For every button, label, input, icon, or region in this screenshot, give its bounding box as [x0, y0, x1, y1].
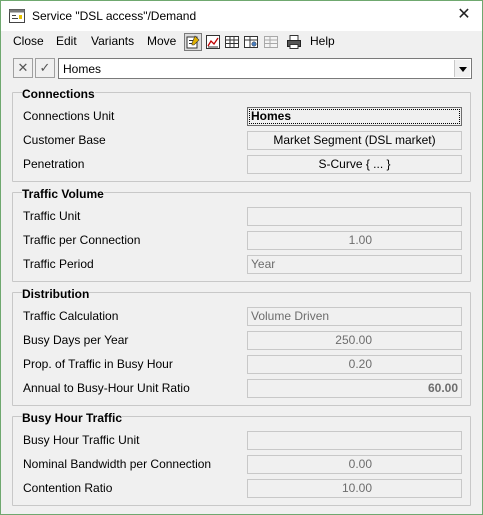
table-icon[interactable]: [223, 33, 241, 51]
customer-base-label: Customer Base: [23, 133, 106, 147]
menu-bar: Close Edit Variants Move Help: [1, 31, 482, 53]
busy-hour-ratio-field: 60.00: [247, 379, 462, 398]
traffic-unit-field[interactable]: [247, 207, 462, 226]
menu-edit[interactable]: Edit: [56, 34, 77, 48]
edit-bar: ✕ ✓ Homes: [1, 56, 482, 82]
traffic-per-connection-field[interactable]: 1.00: [247, 231, 462, 250]
cancel-edit-icon[interactable]: ✕: [13, 58, 33, 78]
prop-busy-hour-field[interactable]: 0.20: [247, 355, 462, 374]
traffic-period-field[interactable]: Year: [247, 255, 462, 274]
busy-days-field[interactable]: 250.00: [247, 331, 462, 350]
nominal-bandwidth-label: Nominal Bandwidth per Connection: [23, 457, 212, 471]
dialog-window: Service "DSL access"/Demand ✕ Close Edit…: [0, 0, 483, 515]
menu-close[interactable]: Close: [13, 34, 44, 48]
value-combo[interactable]: Homes: [58, 58, 472, 79]
menu-help[interactable]: Help: [310, 34, 335, 48]
prop-busy-hour-label: Prop. of Traffic in Busy Hour: [23, 357, 173, 371]
menu-move[interactable]: Move: [147, 34, 176, 48]
busy-days-label: Busy Days per Year: [23, 333, 129, 347]
app-icon: [9, 9, 25, 23]
connections-title: Connections: [22, 87, 95, 101]
connections-unit-label: Connections Unit: [23, 109, 115, 123]
print-icon[interactable]: [285, 33, 303, 51]
accept-edit-icon[interactable]: ✓: [35, 58, 55, 78]
title-bar: Service "DSL access"/Demand ✕: [1, 1, 482, 31]
tree-grid-icon[interactable]: [242, 33, 260, 51]
busy-hour-traffic-title: Busy Hour Traffic: [22, 411, 123, 425]
chart-icon[interactable]: [204, 33, 222, 51]
traffic-period-label: Traffic Period: [23, 257, 94, 271]
busy-hour-unit-label: Busy Hour Traffic Unit: [23, 433, 140, 447]
menu-variants[interactable]: Variants: [91, 34, 134, 48]
connections-unit-field[interactable]: Homes: [247, 107, 462, 126]
penetration-field[interactable]: S-Curve { ... }: [247, 155, 462, 174]
distribution-title: Distribution: [22, 287, 90, 301]
window-title: Service "DSL access"/Demand: [32, 9, 197, 23]
nominal-bandwidth-field[interactable]: 0.00: [247, 455, 462, 474]
traffic-per-connection-label: Traffic per Connection: [23, 233, 141, 247]
busy-hour-unit-field[interactable]: [247, 431, 462, 450]
traffic-unit-label: Traffic Unit: [23, 209, 81, 223]
customer-base-field[interactable]: Market Segment (DSL market): [247, 131, 462, 150]
traffic-calculation-label: Traffic Calculation: [23, 309, 119, 323]
penetration-label: Penetration: [23, 157, 85, 171]
edit-form-icon[interactable]: [184, 33, 202, 51]
traffic-calculation-field[interactable]: Volume Driven: [247, 307, 462, 326]
traffic-volume-title: Traffic Volume: [22, 187, 104, 201]
combo-value: Homes: [63, 62, 102, 76]
disabled-grid-icon: [262, 33, 280, 51]
close-window-icon[interactable]: ✕: [453, 4, 475, 26]
contention-ratio-field[interactable]: 10.00: [247, 479, 462, 498]
busy-hour-ratio-label: Annual to Busy-Hour Unit Ratio: [23, 381, 190, 395]
contention-ratio-label: Contention Ratio: [23, 481, 113, 495]
chevron-down-icon[interactable]: [454, 60, 470, 77]
